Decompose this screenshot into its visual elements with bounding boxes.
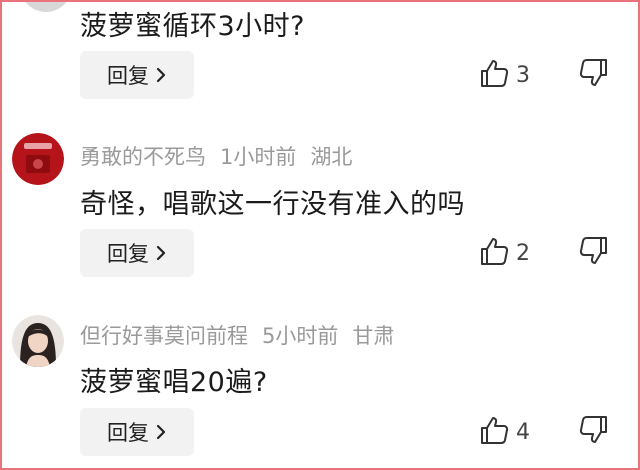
thumbs-down-icon <box>578 235 610 271</box>
like-button[interactable]: 3 <box>478 51 530 99</box>
author-name[interactable]: 勇敢的不死鸟 <box>80 145 206 169</box>
comment-text: 奇怪，唱歌这一行没有准入的吗 <box>80 189 465 220</box>
like-count: 2 <box>516 240 530 266</box>
comment-time: 1小时前 <box>220 145 297 169</box>
like-count: 4 <box>516 419 530 445</box>
thumbs-down-icon <box>578 57 610 93</box>
avatar[interactable] <box>20 0 72 12</box>
comment-meta: 但行好事莫问前程 5小时前 甘肃 <box>80 320 408 350</box>
comment-meta: 勇敢的不死鸟 1小时前 湖北 <box>80 141 366 171</box>
reply-button[interactable]: 回复 <box>80 229 194 277</box>
author-name[interactable]: 但行好事莫问前程 <box>80 324 248 348</box>
comment-region: 甘肃 <box>352 324 395 348</box>
avatar[interactable] <box>12 315 64 367</box>
chevron-right-icon <box>155 67 167 83</box>
reply-label: 回复 <box>107 242 149 266</box>
chevron-right-icon <box>155 245 167 261</box>
like-button[interactable]: 4 <box>478 408 530 456</box>
dislike-button[interactable] <box>578 229 610 277</box>
chevron-right-icon <box>155 424 167 440</box>
like-button[interactable]: 2 <box>478 229 530 277</box>
thumbs-up-icon <box>478 235 510 271</box>
reply-button[interactable]: 回复 <box>80 51 194 99</box>
dislike-button[interactable] <box>578 51 610 99</box>
avatar[interactable] <box>12 133 64 185</box>
like-count: 3 <box>516 62 530 88</box>
comment-text: 菠萝蜜循环3小时? <box>80 11 306 42</box>
thumbs-down-icon <box>578 414 610 450</box>
comment-region: 湖北 <box>310 145 353 169</box>
comment-text: 菠萝蜜唱20遍? <box>80 367 268 398</box>
reply-label: 回复 <box>107 64 149 88</box>
reply-button[interactable]: 回复 <box>80 408 194 456</box>
dislike-button[interactable] <box>578 408 610 456</box>
thumbs-up-icon <box>478 57 510 93</box>
comment-time: 5小时前 <box>262 324 339 348</box>
thumbs-up-icon <box>478 414 510 450</box>
reply-label: 回复 <box>107 421 149 445</box>
